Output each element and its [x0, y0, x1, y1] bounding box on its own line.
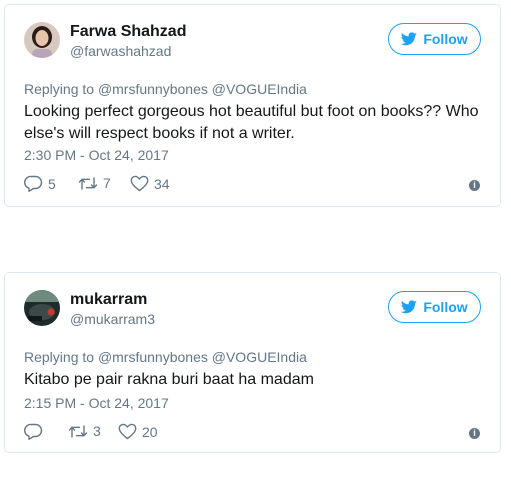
- timestamp[interactable]: 2:30 PM - Oct 24, 2017: [24, 147, 169, 163]
- retweet-icon: [68, 424, 88, 438]
- retweet-count: 7: [103, 175, 111, 191]
- reply-button[interactable]: [24, 423, 48, 440]
- retweet-icon: [78, 176, 98, 190]
- replying-to: Replying to @mrsfunnybones @VOGUEIndia: [24, 349, 307, 365]
- twitter-bird-icon: [401, 300, 418, 314]
- replying-to: Replying to @mrsfunnybones @VOGUEIndia: [24, 81, 307, 97]
- retweet-button[interactable]: 3: [68, 423, 101, 439]
- speech-bubble-icon: [24, 175, 43, 192]
- author-name[interactable]: Farwa Shahzad: [70, 23, 186, 41]
- speech-bubble-icon: [24, 423, 43, 440]
- reply-count: 5: [48, 175, 56, 192]
- like-count: 20: [142, 423, 158, 440]
- info-icon[interactable]: i: [469, 180, 480, 191]
- replying-prefix: Replying to: [24, 81, 95, 97]
- tweet-text: Looking perfect gorgeous hot beautiful b…: [24, 103, 479, 142]
- info-icon[interactable]: i: [469, 428, 480, 439]
- reply-mentions[interactable]: @mrsfunnybones @VOGUEIndia: [98, 349, 307, 365]
- like-button[interactable]: 34: [130, 175, 170, 192]
- reply-mentions[interactable]: @mrsfunnybones @VOGUEIndia: [98, 81, 307, 97]
- author-name[interactable]: mukarram: [70, 291, 147, 309]
- avatar[interactable]: [24, 22, 60, 58]
- author-handle[interactable]: @farwashahzad: [70, 43, 171, 59]
- like-button[interactable]: 20: [118, 423, 158, 440]
- tweet-text: Kitabo pe pair rakna buri baat ha madam: [24, 371, 314, 388]
- follow-button[interactable]: Follow: [388, 23, 481, 55]
- replying-prefix: Replying to: [24, 349, 95, 365]
- heart-icon: [118, 423, 137, 440]
- tweet-card: Farwa Shahzad @farwashahzad Follow Reply…: [4, 4, 501, 207]
- timestamp[interactable]: 2:15 PM - Oct 24, 2017: [24, 395, 169, 411]
- retweet-count: 3: [93, 423, 101, 439]
- follow-label: Follow: [423, 31, 468, 47]
- twitter-bird-icon: [401, 32, 418, 46]
- like-count: 34: [154, 175, 170, 192]
- follow-label: Follow: [423, 299, 468, 315]
- reply-button[interactable]: 5: [24, 175, 56, 192]
- tweet-card: mukarram @mukarram3 Follow Replying to @…: [4, 272, 501, 453]
- avatar[interactable]: [24, 290, 60, 326]
- heart-icon: [130, 175, 149, 192]
- follow-button[interactable]: Follow: [388, 291, 481, 323]
- author-handle[interactable]: @mukarram3: [70, 311, 155, 327]
- retweet-button[interactable]: 7: [78, 175, 111, 191]
